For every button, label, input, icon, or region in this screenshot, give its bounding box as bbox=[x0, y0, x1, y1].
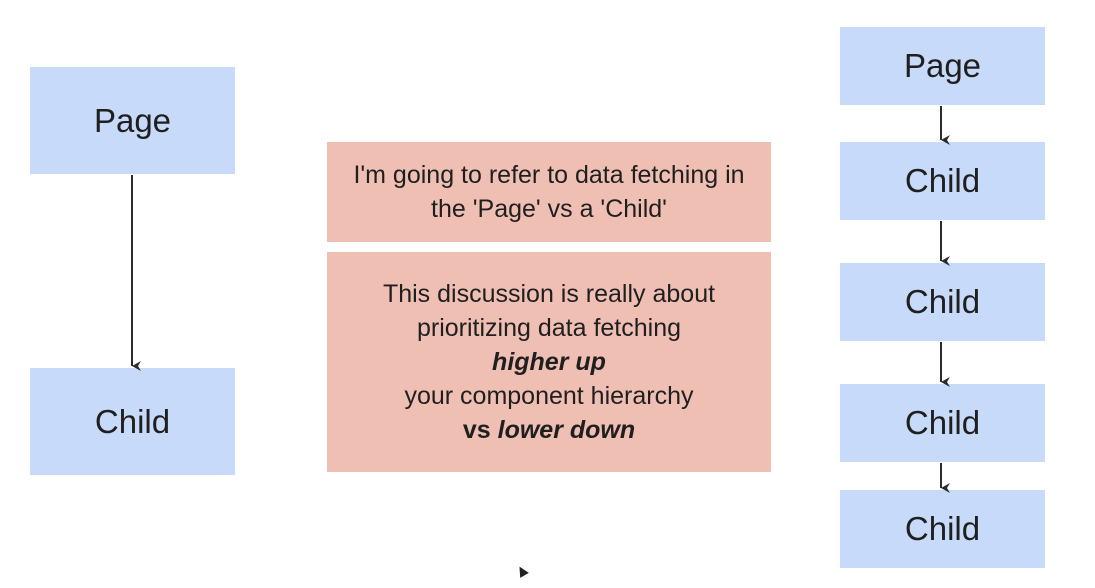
note2-line3: higher up bbox=[492, 348, 606, 376]
note-discussion: This discussion is really about prioriti… bbox=[327, 252, 771, 472]
right-child-label-4: Child bbox=[904, 510, 981, 547]
left-page-node: Page bbox=[30, 67, 235, 174]
right-page-label: Page bbox=[903, 47, 982, 84]
note2-line4: your component hierarchy bbox=[404, 382, 694, 410]
note2-line2: prioritizing data fetching bbox=[416, 314, 682, 342]
note2-vs: vs bbox=[462, 416, 491, 444]
note2-line5: vs lower down bbox=[463, 413, 635, 447]
note2-lower-down: lower down bbox=[497, 416, 636, 444]
right-page-node: Page bbox=[840, 27, 1045, 105]
note1-line1: I'm going to refer to data fetching in bbox=[353, 161, 745, 189]
right-child-node-1: Child bbox=[840, 142, 1045, 220]
right-child-label-3: Child bbox=[904, 404, 981, 441]
left-child-label: Child bbox=[94, 402, 171, 440]
left-page-label: Page bbox=[93, 101, 172, 139]
right-child-label-2: Child bbox=[904, 283, 981, 320]
left-child-node: Child bbox=[30, 368, 235, 475]
note-page-vs-child: I'm going to refer to data fetching in t… bbox=[327, 142, 771, 242]
note1-line2: the 'Page' vs a 'Child' bbox=[431, 195, 667, 223]
note2-line1: This discussion is really about bbox=[382, 280, 716, 308]
mouse-cursor-icon bbox=[515, 564, 529, 578]
right-child-label-1: Child bbox=[904, 162, 981, 199]
right-child-node-2: Child bbox=[840, 263, 1045, 341]
right-child-node-4: Child bbox=[840, 490, 1045, 568]
right-child-node-3: Child bbox=[840, 384, 1045, 462]
